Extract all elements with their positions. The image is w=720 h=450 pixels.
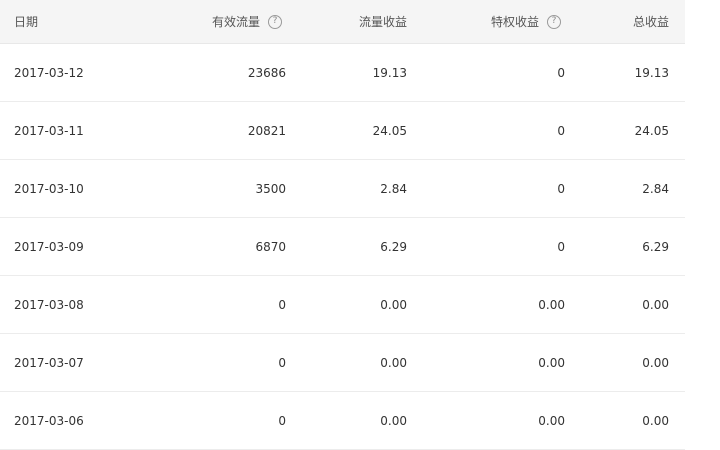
table-row: 2017-03-06 0 0.00 0.00 0.00: [0, 392, 685, 450]
cell-date: 2017-03-06: [14, 413, 84, 428]
table-row: 2017-03-11 20821 24.05 0 24.05: [0, 102, 685, 160]
earnings-table: 日期 有效流量 ? 流量收益 特权收益 ? 总收益 2017-03-12 2368…: [0, 0, 685, 450]
cell-traffic-revenue: 24.05: [372, 123, 407, 138]
cell-valid-traffic: 6870: [255, 239, 286, 254]
header-traffic-revenue-label: 流量收益: [358, 15, 407, 29]
question-circle-icon[interactable]: ?: [268, 14, 282, 29]
cell-privilege-revenue: 0.00: [538, 413, 565, 428]
table-row: 2017-03-08 0 0.00 0.00 0.00: [0, 276, 685, 334]
header-valid-traffic: 有效流量 ?: [212, 0, 282, 43]
cell-total-revenue: 0.00: [642, 297, 669, 312]
cell-date: 2017-03-12: [14, 65, 84, 80]
header-total-revenue-label: 总收益: [632, 15, 669, 29]
cell-privilege-revenue: 0: [557, 239, 565, 254]
header-valid-traffic-label: 有效流量: [211, 15, 260, 29]
header-total-revenue: 总收益: [633, 0, 669, 43]
table-row: 2017-03-07 0 0.00 0.00 0.00: [0, 334, 685, 392]
cell-total-revenue: 6.29: [642, 239, 669, 254]
cell-traffic-revenue: 19.13: [372, 65, 407, 80]
cell-valid-traffic: 0: [278, 413, 286, 428]
cell-privilege-revenue: 0: [557, 123, 565, 138]
cell-traffic-revenue: 6.29: [380, 239, 407, 254]
cell-date: 2017-03-09: [14, 239, 84, 254]
header-date-label: 日期: [14, 15, 39, 29]
cell-valid-traffic: 20821: [247, 123, 286, 138]
cell-date: 2017-03-10: [14, 181, 84, 196]
cell-privilege-revenue: 0.00: [538, 355, 565, 370]
header-date: 日期: [14, 0, 38, 43]
cell-valid-traffic: 3500: [255, 181, 286, 196]
table-row: 2017-03-09 6870 6.29 0 6.29: [0, 218, 685, 276]
cell-traffic-revenue: 2.84: [380, 181, 407, 196]
cell-total-revenue: 24.05: [634, 123, 669, 138]
header-traffic-revenue: 流量收益: [359, 0, 407, 43]
cell-valid-traffic: 23686: [247, 65, 286, 80]
cell-total-revenue: 0.00: [642, 355, 669, 370]
cell-total-revenue: 0.00: [642, 413, 669, 428]
header-privilege-revenue-label: 特权收益: [490, 15, 539, 29]
cell-date: 2017-03-08: [14, 297, 84, 312]
table-header: 日期 有效流量 ? 流量收益 特权收益 ? 总收益: [0, 0, 685, 44]
cell-total-revenue: 19.13: [634, 65, 669, 80]
cell-traffic-revenue: 0.00: [380, 297, 407, 312]
cell-privilege-revenue: 0.00: [538, 297, 565, 312]
cell-traffic-revenue: 0.00: [380, 355, 407, 370]
table-row: 2017-03-10 3500 2.84 0 2.84: [0, 160, 685, 218]
cell-traffic-revenue: 0.00: [380, 413, 407, 428]
cell-privilege-revenue: 0: [557, 181, 565, 196]
cell-valid-traffic: 0: [278, 355, 286, 370]
cell-total-revenue: 2.84: [642, 181, 669, 196]
cell-date: 2017-03-07: [14, 355, 84, 370]
question-circle-icon[interactable]: ?: [547, 14, 561, 29]
cell-privilege-revenue: 0: [557, 65, 565, 80]
cell-valid-traffic: 0: [278, 297, 286, 312]
header-privilege-revenue: 特权收益 ?: [491, 0, 561, 43]
table-row: 2017-03-12 23686 19.13 0 19.13: [0, 44, 685, 102]
cell-date: 2017-03-11: [14, 123, 84, 138]
